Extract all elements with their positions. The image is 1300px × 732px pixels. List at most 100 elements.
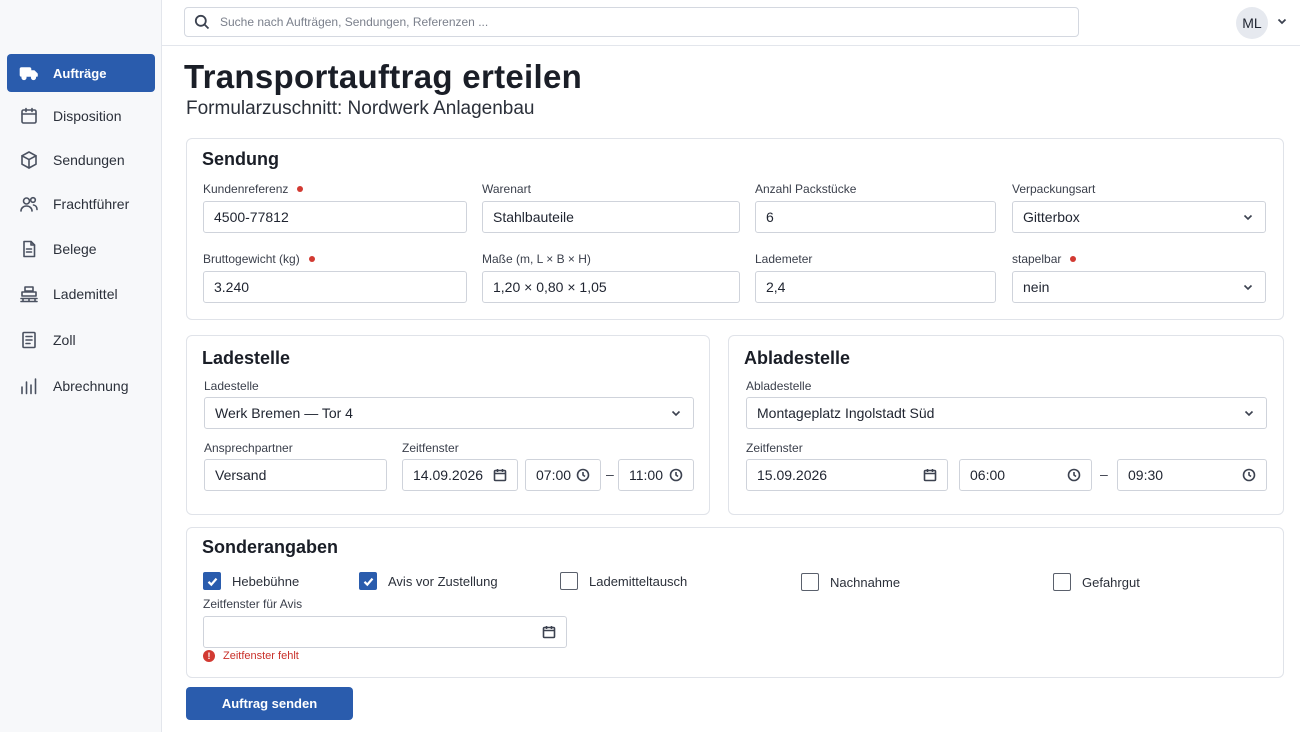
chevron-down-icon <box>1277 18 1287 25</box>
calendar-icon <box>542 626 556 639</box>
required-marker <box>1070 256 1077 262</box>
abladestelle-select[interactable]: Montageplatz Ingolstadt Süd <box>746 397 1267 429</box>
sonderangaben-title: Sonderangaben <box>202 537 339 557</box>
search-bar <box>184 7 1079 37</box>
abladestelle-date-input[interactable]: 15.09.2026 <box>746 459 948 491</box>
avis-error-message: ! Zeitfenster fehlt <box>203 650 299 662</box>
ladestelle-label: Ladestelle <box>204 379 259 393</box>
clipboard-icon <box>19 330 39 350</box>
clock-icon <box>576 468 590 482</box>
checkbox-box[interactable] <box>203 572 221 590</box>
check-icon <box>207 577 217 586</box>
bar-chart-icon <box>19 376 39 396</box>
sidebar-item-frachtfuehrer[interactable]: Frachtführer <box>7 185 155 223</box>
package-icon <box>19 150 39 170</box>
chevron-down-icon <box>1243 284 1253 291</box>
checkbox-box[interactable] <box>1053 573 1071 591</box>
bruttogewicht-input[interactable]: 3.240 <box>203 271 467 303</box>
time-range-dash: – <box>606 466 614 482</box>
avis-zeitfenster-input[interactable] <box>203 616 567 648</box>
masse-input[interactable]: 1,20 × 0,80 × 1,05 <box>482 271 740 303</box>
required-marker <box>308 256 315 262</box>
sidebar-item-zoll[interactable]: Zoll <box>7 321 155 359</box>
page-title: Transportauftrag erteilen <box>184 58 583 95</box>
user-menu-chevron[interactable] <box>1276 14 1288 28</box>
checkbox-box[interactable] <box>801 573 819 591</box>
lademeter-input[interactable]: 2,4 <box>755 271 996 303</box>
packstuecke-label: Anzahl Packstücke <box>755 182 857 196</box>
sidebar-item-belege[interactable]: Belege <box>7 230 155 268</box>
sonderangaben-card: Sonderangaben Hebebühne Avis vor Zustell… <box>186 527 1284 678</box>
sidebar-item-label: Belege <box>53 241 97 257</box>
search-input[interactable] <box>220 15 1060 29</box>
abladestelle-time-from[interactable]: 06:00 <box>959 459 1092 491</box>
sidebar-item-label: Sendungen <box>53 152 125 168</box>
calendar-icon <box>923 469 937 482</box>
checkbox-label: Avis vor Zustellung <box>388 573 498 589</box>
packstuecke-input[interactable]: 6 <box>755 201 996 233</box>
sidebar-item-label: Zoll <box>53 332 76 348</box>
avis-zeitfenster-label: Zeitfenster für Avis <box>203 597 303 611</box>
abladestelle-time-to[interactable]: 09:30 <box>1117 459 1267 491</box>
abladestelle-title: Abladestelle <box>744 348 851 368</box>
checkbox-box[interactable] <box>359 572 377 590</box>
clock-icon <box>1242 468 1256 482</box>
checkbox-gefahrgut[interactable]: Gefahrgut <box>1053 573 1140 591</box>
kundenreferenz-input[interactable]: 4500-77812 <box>203 201 467 233</box>
verpackungsart-label: Verpackungsart <box>1012 182 1096 196</box>
stapelbar-select[interactable]: nein <box>1012 271 1266 303</box>
document-icon <box>19 239 39 259</box>
abladestelle-card: Abladestelle Abladestelle Montageplatz I… <box>728 335 1284 515</box>
required-marker <box>297 186 304 192</box>
ladestelle-select[interactable]: Werk Bremen — Tor 4 <box>204 397 694 429</box>
clock-icon <box>1067 468 1081 482</box>
search-icon <box>194 14 210 30</box>
clock-icon <box>669 468 683 482</box>
ansprechpartner-input[interactable]: Versand <box>204 459 387 491</box>
checkbox-label: Lademitteltausch <box>589 573 688 589</box>
sendung-card: Sendung Kundenreferenz 4500-77812 Warena… <box>186 138 1284 320</box>
sidebar: Aufträge Disposition Sendungen Frachtfüh… <box>0 0 162 732</box>
sidebar-item-abrechnung[interactable]: Abrechnung <box>7 367 155 405</box>
checkbox-hebebuehne[interactable]: Hebebühne <box>203 572 299 590</box>
check-icon <box>363 577 373 586</box>
bruttogewicht-label: Bruttogewicht (kg) <box>203 252 315 266</box>
main-content: Transportauftrag erteilen Formularzuschn… <box>162 46 1300 732</box>
checkbox-label: Gefahrgut <box>1082 574 1140 590</box>
sidebar-item-auftraege[interactable]: Aufträge <box>7 54 155 92</box>
checkbox-avis[interactable]: Avis vor Zustellung <box>359 572 498 590</box>
ladestelle-zeitfenster-label: Zeitfenster <box>402 441 459 455</box>
kundenreferenz-label: Kundenreferenz <box>203 182 304 196</box>
sidebar-item-disposition[interactable]: Disposition <box>7 97 155 135</box>
calendar-icon <box>19 106 39 126</box>
sidebar-item-label: Abrechnung <box>53 378 129 394</box>
time-range-dash: – <box>1100 466 1108 482</box>
ladestelle-date-input[interactable]: 14.09.2026 <box>402 459 518 491</box>
users-icon <box>19 194 39 214</box>
top-bar: ML <box>162 0 1300 46</box>
sidebar-item-sendungen[interactable]: Sendungen <box>7 141 155 179</box>
ladestelle-title: Ladestelle <box>202 348 291 368</box>
warenart-label: Warenart <box>482 182 531 196</box>
abladestelle-label: Abladestelle <box>746 379 812 393</box>
checkbox-label: Hebebühne <box>232 573 300 589</box>
verpackungsart-select[interactable]: Gitterbox <box>1012 201 1266 233</box>
ladestelle-card: Ladestelle Ladestelle Werk Bremen — Tor … <box>186 335 710 515</box>
warenart-input[interactable]: Stahlbauteile <box>482 201 740 233</box>
sidebar-item-lademittel[interactable]: Lademittel <box>7 275 155 313</box>
checkbox-nachnahme[interactable]: Nachnahme <box>801 573 900 591</box>
page-subtitle: Formularzuschnitt: Nordwerk Anlagenbau <box>186 98 535 119</box>
error-text: Zeitfenster fehlt <box>223 650 299 662</box>
abladestelle-zeitfenster-label: Zeitfenster <box>746 441 803 455</box>
truck-icon <box>19 63 39 83</box>
checkbox-lademitteltausch[interactable]: Lademitteltausch <box>560 572 687 590</box>
sendung-title: Sendung <box>202 149 279 169</box>
user-avatar[interactable]: ML <box>1236 7 1268 39</box>
calendar-icon <box>493 469 507 482</box>
chevron-down-icon <box>671 410 681 417</box>
submit-order-button[interactable]: Auftrag senden <box>186 687 353 720</box>
checkbox-box[interactable] <box>560 572 578 590</box>
ladestelle-time-to[interactable]: 11:00 <box>618 459 694 491</box>
lademeter-label: Lademeter <box>755 252 813 266</box>
ladestelle-time-from[interactable]: 07:00 <box>525 459 601 491</box>
